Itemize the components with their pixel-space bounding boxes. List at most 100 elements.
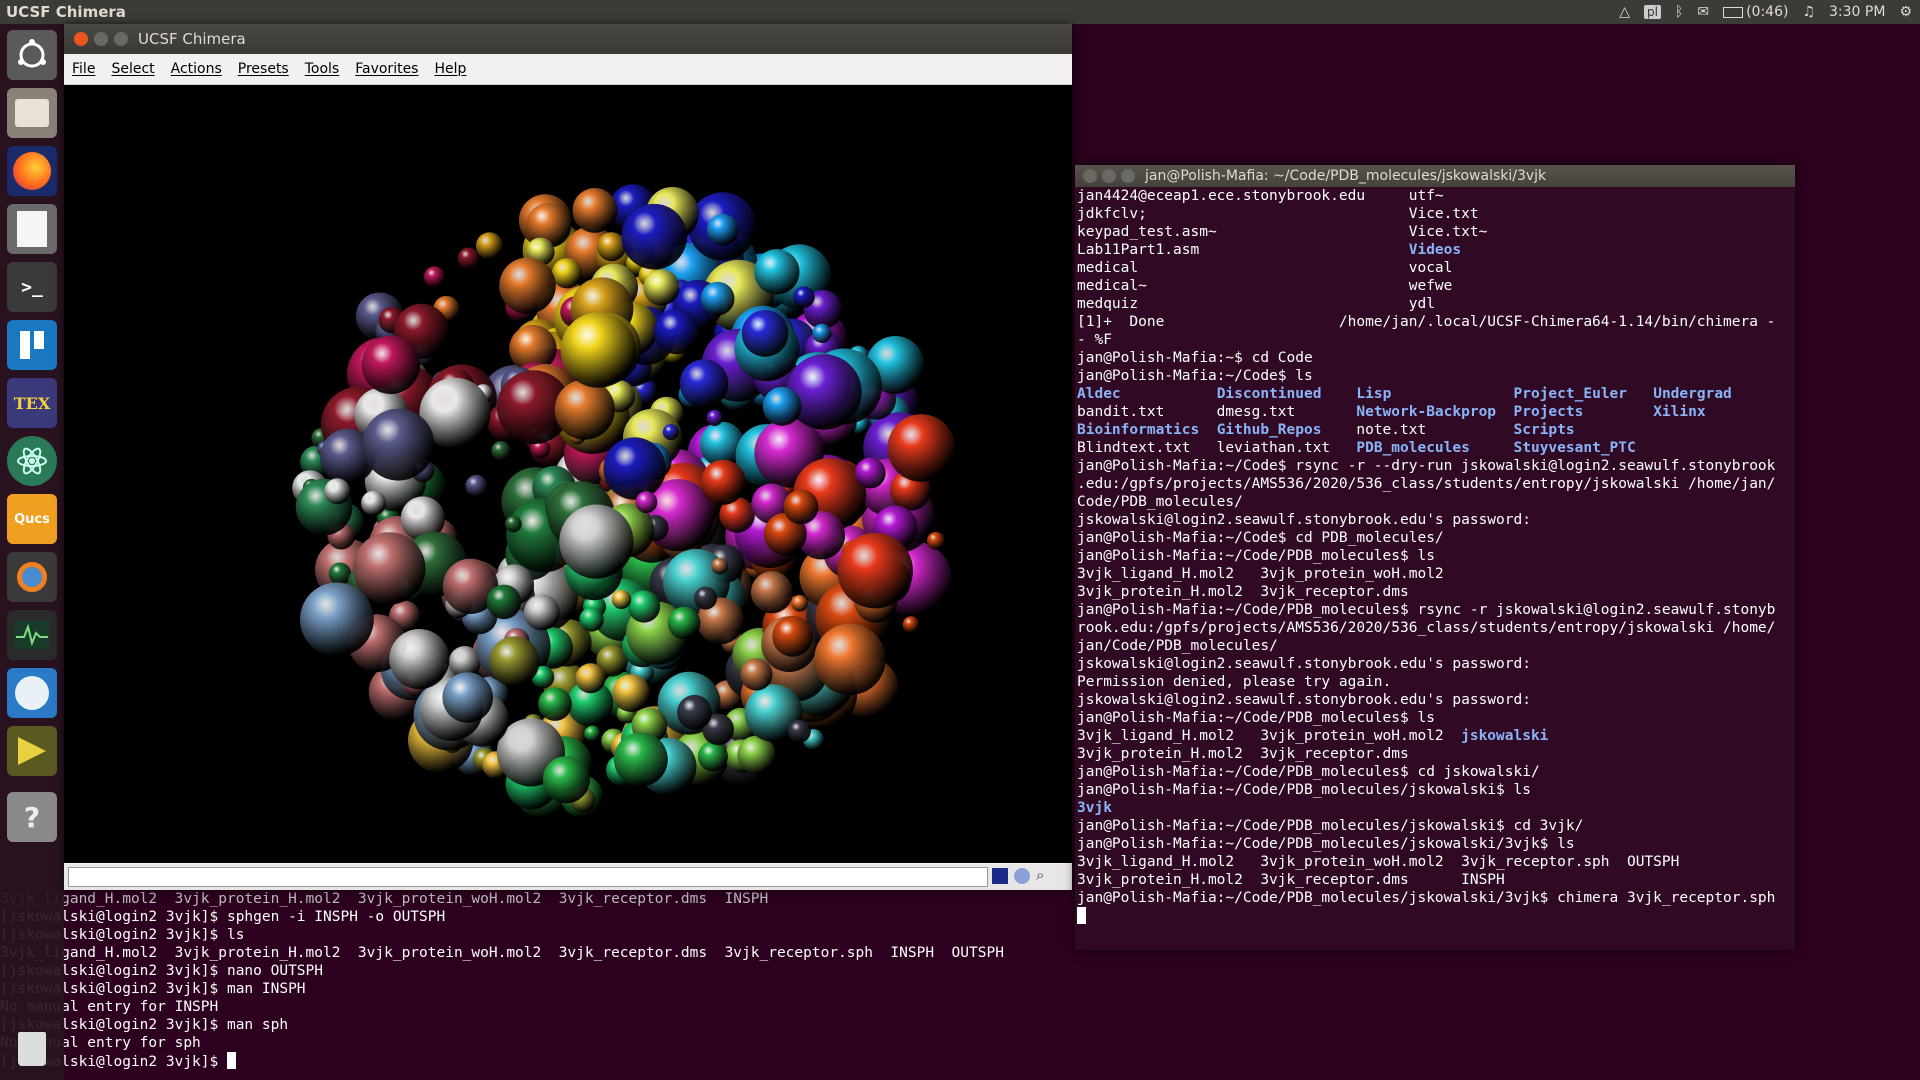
- maximize-icon[interactable]: [114, 32, 128, 46]
- text-editor-icon[interactable]: [7, 204, 57, 254]
- terminal-window: jan@Polish-Mafia: ~/Code/PDB_molecules/j…: [1075, 165, 1795, 950]
- clock[interactable]: 3:30 PM: [1829, 4, 1885, 20]
- system-monitor-icon[interactable]: [7, 610, 57, 660]
- atom-sphere: [505, 515, 522, 533]
- terminal-line: jan@Polish-Mafia:~/Code/PDB_molecules/js…: [1077, 889, 1775, 907]
- window-title: UCSF Chimera: [138, 30, 246, 48]
- terminal-line: jskowalski@login2.seawulf.stonybrook.edu…: [1077, 691, 1531, 709]
- terminal-line: Aldec Discontinued Lisp Project_Euler Un…: [1077, 385, 1732, 403]
- atom-sphere: [926, 531, 945, 550]
- atom-sphere: [694, 586, 718, 610]
- terminal-text: jan4424@eceap1.ece.stonybrook.edu utf~: [1077, 188, 1444, 204]
- chimera-titlebar[interactable]: UCSF Chimera: [64, 24, 1072, 54]
- dash-icon[interactable]: [7, 30, 57, 80]
- terminal-icon[interactable]: >_: [7, 262, 57, 312]
- xilinx-icon[interactable]: [7, 726, 57, 776]
- terminal-output[interactable]: jan4424@eceap1.ece.stonybrook.edu utf~ jd…: [1075, 187, 1795, 950]
- atom-sphere: [442, 672, 494, 723]
- blender-icon[interactable]: [7, 552, 57, 602]
- terminal-line: 3vjk_ligand_H.mol2 3vjk_protein_H.mol2 3…: [0, 891, 769, 907]
- directory-name: Stuyvesant_PTC: [1513, 440, 1636, 456]
- wifi-icon[interactable]: △: [1619, 4, 1630, 20]
- menu-tools[interactable]: Tools: [297, 61, 348, 77]
- menu-select[interactable]: Select: [103, 61, 162, 77]
- terminal-line: jan@Polish-Mafia:~/Code/PDB_molecules$ c…: [1077, 763, 1540, 781]
- atom-sphere: [489, 636, 540, 687]
- terminal-line: jan@Polish-Mafia:~$ cd Code: [1077, 349, 1313, 367]
- menu-favorites[interactable]: Favorites: [347, 61, 426, 77]
- atom-sphere: [523, 594, 560, 631]
- terminal-text: jan@Polish-Mafia:~/Code/PDB_molecules$ l…: [1077, 710, 1435, 726]
- menu-file[interactable]: File: [64, 61, 103, 77]
- terminal-line: jskowalski@login2.seawulf.stonybrook.edu…: [1077, 511, 1531, 529]
- terminal-text: jan@Polish-Mafia:~/Code/PDB_molecules/js…: [1077, 782, 1531, 798]
- command-history-icon[interactable]: [992, 868, 1008, 884]
- terminal-text: jan/Code/PDB_molecules/: [1077, 638, 1278, 654]
- keyboard-layout-icon[interactable]: pl: [1643, 5, 1661, 19]
- minimize-icon[interactable]: [94, 32, 108, 46]
- atom-sphere: [662, 424, 679, 441]
- directory-name: Undergrad: [1653, 386, 1732, 402]
- atom-sphere: [362, 408, 435, 481]
- atom-sphere: [353, 532, 426, 605]
- terminal-line: 3vjk_protein_H.mol2 3vjk_receptor.dms: [1077, 745, 1409, 763]
- atom-sphere: [762, 386, 802, 426]
- terminal-text: Lab11Part1.asm: [1077, 242, 1409, 258]
- terminal-line: jan@Polish-Mafia:~/Code/PDB_molecules/js…: [1077, 835, 1575, 853]
- terminal-text: 3vjk_ligand_H.mol2 3vjk_protein_woH.mol2…: [1077, 854, 1680, 870]
- atom-sphere: [754, 249, 800, 295]
- atom-sphere: [887, 414, 956, 482]
- menu-help[interactable]: Help: [426, 61, 474, 77]
- info-icon[interactable]: [1014, 868, 1030, 884]
- atom-sphere: [700, 459, 746, 505]
- menu-actions[interactable]: Actions: [163, 61, 230, 77]
- active-app-title: UCSF Chimera: [6, 3, 126, 21]
- command-bar: ⌕: [64, 864, 1072, 890]
- terminal-line: 3vjk_ligand_H.mol2 3vjk_protein_woH.mol2…: [1077, 727, 1548, 745]
- molecule-viewport[interactable]: [64, 85, 1072, 863]
- trello-icon[interactable]: [7, 320, 57, 370]
- directory-name: Xilinx: [1653, 404, 1706, 420]
- atom-sphere: [554, 379, 615, 440]
- arduino-icon[interactable]: [7, 668, 57, 718]
- atom-sphere: [783, 489, 819, 525]
- atom-icon[interactable]: [7, 436, 57, 486]
- terminal-titlebar[interactable]: jan@Polish-Mafia: ~/Code/PDB_molecules/j…: [1075, 165, 1795, 187]
- gear-icon[interactable]: ⚙: [1899, 4, 1912, 20]
- terminal-line: jdkfclv; Vice.txt: [1077, 205, 1479, 223]
- terminal-line: 3vjk_ligand_H.mol2 3vjk_protein_H.mol2 3…: [0, 945, 1004, 961]
- command-input[interactable]: [68, 867, 988, 887]
- qucs-icon[interactable]: Qucs: [7, 494, 57, 544]
- close-icon[interactable]: [74, 32, 88, 46]
- terminal-text: Permission denied, please try again.: [1077, 674, 1392, 690]
- atom-sphere: [486, 584, 522, 620]
- directory-name: Github_Repos: [1216, 422, 1322, 438]
- atom-sphere: [499, 257, 556, 314]
- files-icon[interactable]: [7, 88, 57, 138]
- minimize-icon[interactable]: [1102, 169, 1116, 183]
- atom-sphere: [389, 629, 450, 690]
- close-icon[interactable]: [1083, 169, 1097, 183]
- terminal-line: 3vjk_ligand_H.mol2 3vjk_protein_woH.mol2…: [1077, 853, 1679, 871]
- atom-sphere: [741, 310, 789, 357]
- texstudio-icon[interactable]: TEX: [7, 378, 57, 428]
- volume-icon[interactable]: ♫: [1802, 4, 1815, 20]
- battery-indicator[interactable]: (0:46): [1723, 4, 1788, 20]
- search-icon[interactable]: ⌕: [1036, 866, 1044, 884]
- terminal-line: [1077, 907, 1086, 926]
- help-icon[interactable]: ?: [7, 792, 57, 842]
- terminal-line: - %F: [1077, 331, 1112, 349]
- bluetooth-icon[interactable]: ᛒ: [1675, 4, 1683, 20]
- menu-presets[interactable]: Presets: [230, 61, 297, 77]
- directory-name: PDB_molecules: [1356, 440, 1470, 456]
- terminal-text: jan@Polish-Mafia:~/Code/PDB_molecules/js…: [1077, 890, 1776, 906]
- terminal-line: rook.edu:/gpfs/projects/AMS536/2020/536_…: [1077, 619, 1775, 637]
- atom-sphere: [706, 409, 723, 426]
- atom-sphere: [750, 571, 793, 614]
- trash-icon[interactable]: [7, 1024, 57, 1074]
- sphere-cluster[interactable]: [64, 85, 1072, 863]
- maximize-icon[interactable]: [1121, 169, 1135, 183]
- firefox-icon[interactable]: [7, 146, 57, 196]
- mail-icon[interactable]: ✉: [1697, 4, 1709, 20]
